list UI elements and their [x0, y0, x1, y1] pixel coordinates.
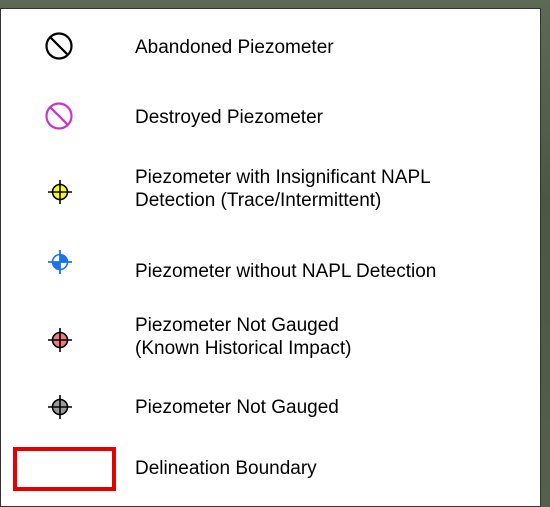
no-napl-piezometer-icon: [48, 250, 72, 274]
not-gauged-impact-piezometer-icon: [48, 328, 72, 352]
delineation-boundary-icon: [13, 447, 116, 491]
abandoned-piezometer-icon: [45, 32, 73, 60]
destroyed-piezometer-icon: [45, 102, 73, 130]
legend-label: Piezometer with Insignificant NAPL Detec…: [135, 167, 431, 211]
legend-label: Piezometer Not Gauged: [135, 397, 339, 418]
not-gauged-piezometer-icon: [48, 395, 72, 419]
legend-label: Piezometer Not Gauged (Known Historical …: [135, 315, 352, 359]
map-legend: Abandoned Piezometer Destroyed Piezomete…: [0, 8, 541, 507]
legend-label: Destroyed Piezometer: [135, 107, 323, 128]
legend-label: Abandoned Piezometer: [135, 37, 334, 58]
legend-label: Piezometer without NAPL Detection: [135, 261, 437, 282]
legend-label: Delineation Boundary: [135, 458, 317, 479]
insignificant-napl-piezometer-icon: [48, 180, 72, 204]
